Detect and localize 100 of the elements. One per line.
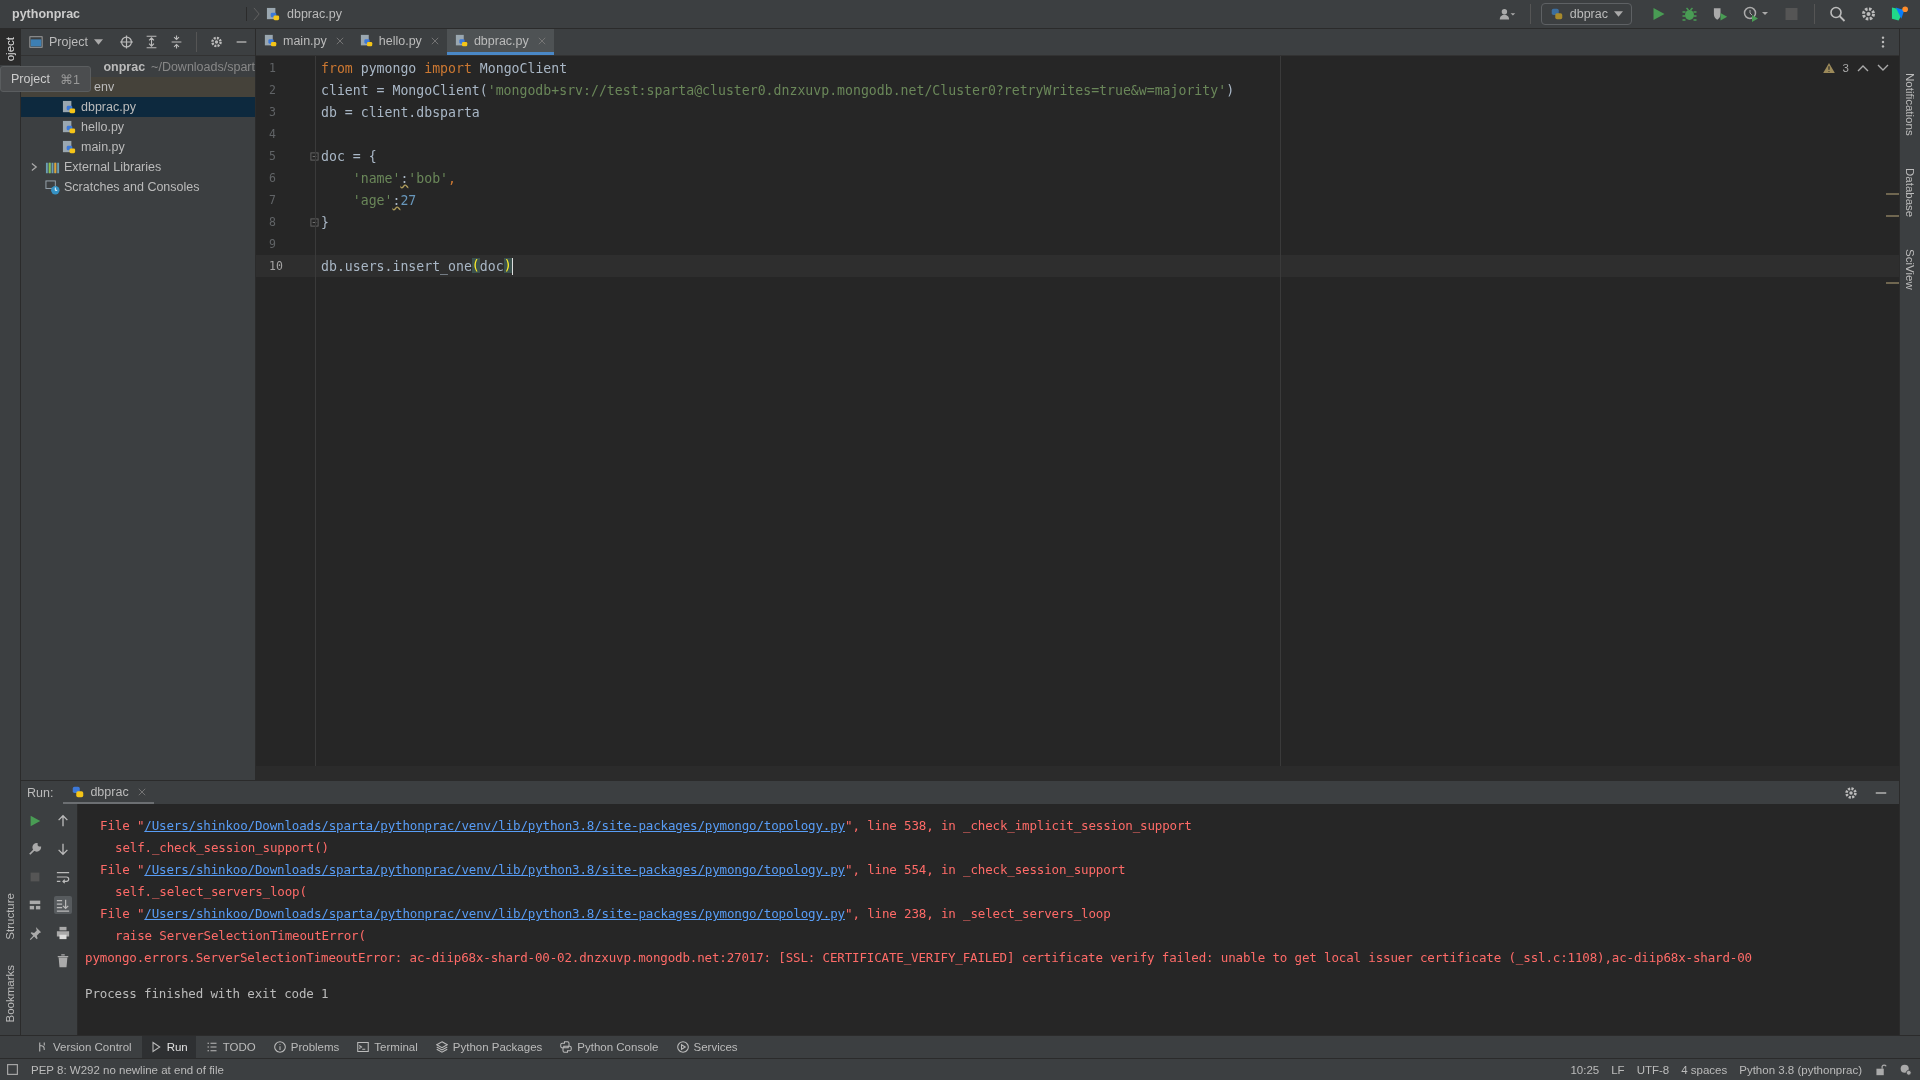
caret-icon	[1614, 11, 1623, 17]
settings-icon[interactable]	[1860, 6, 1877, 22]
tool-window-tab[interactable]: Python Console	[552, 1036, 667, 1058]
tool-icon	[205, 1041, 218, 1053]
scratches-icon	[45, 179, 60, 195]
console-line: self._select_servers_loop(	[114, 883, 308, 901]
code-line: db = client.dbsparta	[321, 104, 480, 120]
console-line: self._check_session_support()	[114, 839, 330, 857]
python-logo-icon	[71, 784, 86, 799]
python-file-icon	[359, 33, 374, 48]
breadcrumb[interactable]: dbprac.py	[287, 7, 342, 21]
line-number: 6	[268, 171, 277, 185]
chevron-up-icon[interactable]	[1857, 63, 1869, 73]
editor-tab[interactable]: main.py	[256, 29, 352, 55]
file-link[interactable]: /Users/shinkoo/Downloads/sparta/pythonprac/venv/lib/python3.8/site-packages/pymongo/topology.py	[144, 906, 845, 921]
profiler-icon[interactable]	[1743, 6, 1769, 22]
tree-label: Scratches and Consoles	[64, 180, 200, 194]
caret-icon	[93, 39, 103, 45]
tree-label: main.py	[81, 140, 125, 154]
collapse-all-icon[interactable]	[169, 35, 183, 49]
code-line: doc = {	[321, 148, 377, 164]
code-line: db.users.insert_one(doc)	[321, 257, 514, 275]
breadcrumb[interactable]: pythonprac	[12, 7, 247, 21]
editor-tab[interactable]: dbprac.py	[446, 29, 554, 55]
chevron-down-icon[interactable]	[1877, 63, 1889, 73]
window-icon	[29, 35, 43, 49]
file-link[interactable]: /Users/shinkoo/Downloads/sparta/pythonprac/venv/lib/python3.8/site-packages/pymongo/topology.py	[144, 818, 845, 833]
code-line: from pymongo import MongoClient	[321, 60, 568, 76]
tool-window-tab[interactable]: Bookmarks	[4, 961, 16, 1027]
locate-icon[interactable]	[119, 35, 133, 49]
settings-icon[interactable]	[209, 35, 223, 49]
tree-item[interactable]: dbprac.py	[21, 97, 255, 117]
status-item[interactable]: LF	[1611, 1063, 1625, 1076]
line-number: 10	[268, 259, 284, 273]
warning-icon[interactable]	[1822, 63, 1835, 73]
tree-item[interactable]: Scratches and Consoles	[21, 177, 255, 197]
status-item[interactable]: UTF-8	[1636, 1063, 1670, 1076]
tool-icon	[273, 1041, 286, 1053]
settings-icon[interactable]	[1844, 785, 1858, 800]
python-logo-icon	[1549, 7, 1564, 21]
wrench-icon[interactable]	[26, 840, 44, 858]
tree-item[interactable]: main.py	[21, 137, 255, 157]
tool-window-tab[interactable]: Services	[668, 1036, 746, 1058]
print-icon[interactable]	[54, 924, 72, 942]
tool-window-tab[interactable]: Problems	[265, 1036, 348, 1058]
console-line: File "/Users/shinkoo/Downloads/sparta/pythonprac/venv/lib/python3.8/site-packages/pymongo/topology.py", line 538, in _check_implicit_session_support	[99, 817, 1193, 835]
line-number: 2	[268, 83, 277, 97]
tool-icon	[435, 1041, 448, 1053]
line-number: 1	[268, 61, 277, 75]
tree-label: dbprac.py	[81, 100, 136, 114]
line-number: 5	[268, 149, 277, 163]
tool-window-tab[interactable]: Version Control	[28, 1036, 140, 1058]
project-view-dropdown[interactable]: Project	[29, 35, 103, 49]
line-number: 9	[268, 237, 277, 251]
run-configuration-dropdown[interactable]: dbprac	[1540, 3, 1632, 25]
tool-icon	[357, 1041, 370, 1053]
tool-window-tab[interactable]: Database	[1904, 163, 1916, 221]
python-file-icon	[62, 99, 77, 115]
status-item[interactable]: 4 spaces	[1681, 1063, 1728, 1076]
panel-toggle-icon[interactable]	[6, 1063, 19, 1076]
tool-window-tab[interactable]: SciView	[1904, 244, 1916, 294]
code-line: 'name':'bob',	[351, 170, 456, 186]
lock-icon[interactable]	[1874, 1063, 1887, 1076]
tool-window-tab[interactable]: TODO	[197, 1036, 264, 1058]
expand-all-icon[interactable]	[144, 35, 158, 49]
app-logo-icon[interactable]	[1891, 6, 1908, 22]
tool-window-tab[interactable]: Structure	[4, 888, 16, 944]
scroll-to-end-icon[interactable]	[54, 896, 72, 914]
code-line: }	[321, 214, 329, 230]
tool-window-tab[interactable]: Notifications	[1904, 69, 1916, 140]
python-file-icon	[454, 33, 469, 48]
editor-tab[interactable]: hello.py	[351, 29, 447, 55]
tree-label: hello.py	[81, 120, 125, 134]
tool-window-tab[interactable]: Terminal	[349, 1036, 426, 1058]
python-file-icon	[62, 119, 77, 135]
tree-item[interactable]: External Libraries	[21, 157, 255, 177]
bug-icon[interactable]	[1681, 6, 1698, 22]
status-item[interactable]: 10:25	[1570, 1063, 1600, 1076]
user-icon[interactable]	[1498, 6, 1516, 22]
chevron-icon	[253, 7, 260, 21]
console-line: File "/Users/shinkoo/Downloads/sparta/pythonprac/venv/lib/python3.8/site-packages/pymongo/topology.py", line 554, in _check_session_support	[99, 861, 1127, 879]
search-icon[interactable]	[1829, 6, 1846, 22]
shield-run-icon[interactable]	[1712, 6, 1729, 22]
console-line: Process finished with exit code 1	[85, 985, 330, 1003]
tool-icon	[560, 1041, 573, 1053]
code-line: 'age':27	[351, 192, 417, 208]
file-link[interactable]: /Users/shinkoo/Downloads/sparta/pythonprac/venv/lib/python3.8/site-packages/pymongo/topology.py	[144, 862, 845, 877]
line-number: 7	[268, 193, 277, 207]
tree-label: External Libraries	[64, 160, 162, 174]
line-number: 3	[268, 105, 277, 119]
status-item[interactable]: Python 3.8 (pythonprac)	[1739, 1063, 1862, 1076]
tool-window-tab[interactable]: Run	[141, 1036, 196, 1058]
console-line: File "/Users/shinkoo/Downloads/sparta/pythonprac/venv/lib/python3.8/site-packages/pymongo/topology.py", line 238, in _select_servers_loop	[99, 905, 1112, 923]
run-label: Run:	[27, 785, 54, 800]
python-file-icon	[62, 139, 77, 155]
scrollbar-track[interactable]	[256, 766, 1899, 780]
code-line: client = MongoClient('mongodb+srv://test:sparta@cluster0.dnzxuvp.mongodb.net/Cluster0?retryWrites=true&w=majority')	[321, 82, 1235, 98]
tree-item[interactable]: hello.py	[21, 117, 255, 137]
warning-count: 3	[1842, 62, 1849, 74]
tool-window-tab[interactable]: Python Packages	[427, 1036, 551, 1058]
